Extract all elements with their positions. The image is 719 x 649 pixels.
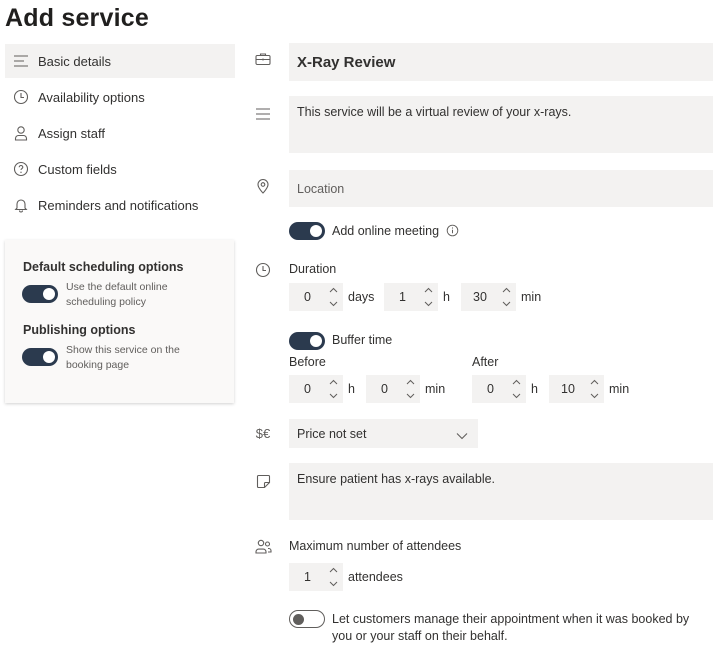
briefcase-icon bbox=[254, 50, 272, 68]
spinner-arrows[interactable] bbox=[326, 563, 340, 591]
spinner-arrows[interactable] bbox=[326, 283, 340, 311]
clock-icon bbox=[12, 88, 30, 106]
price-dropdown[interactable]: Price not set bbox=[289, 419, 478, 448]
buffer-before-label: Before bbox=[289, 355, 326, 369]
minutes-unit: min bbox=[609, 382, 630, 396]
spinner-value: 0 bbox=[487, 382, 494, 396]
location-pin-icon bbox=[254, 177, 272, 195]
spinner-value: 1 bbox=[399, 290, 406, 304]
spinner-arrows[interactable] bbox=[509, 375, 523, 403]
hours-unit: h bbox=[348, 382, 355, 396]
price-dropdown-value: Price not set bbox=[297, 426, 367, 441]
spinner-value: 1 bbox=[304, 570, 311, 584]
spinner-value: 0 bbox=[304, 290, 311, 304]
people-icon bbox=[254, 537, 272, 555]
default-scheduling-toggle[interactable] bbox=[22, 285, 58, 303]
spinner-value: 30 bbox=[473, 290, 487, 304]
spinner-value: 0 bbox=[304, 382, 311, 396]
nav-item-basic-details[interactable]: Basic details bbox=[5, 44, 235, 78]
attendees-label: Maximum number of attendees bbox=[289, 539, 462, 553]
spinner-arrows[interactable] bbox=[587, 375, 601, 403]
notes-textarea[interactable]: Ensure patient has x-rays available. bbox=[289, 463, 713, 520]
online-meeting-toggle[interactable] bbox=[289, 222, 325, 240]
spinner-arrows[interactable] bbox=[421, 283, 435, 311]
duration-days-spinner[interactable]: 0 bbox=[289, 283, 343, 311]
spinner-arrows[interactable] bbox=[499, 283, 513, 311]
minutes-unit: min bbox=[521, 290, 542, 304]
manage-appointment-toggle[interactable] bbox=[289, 610, 325, 628]
page-title: Add service bbox=[5, 4, 149, 32]
description-textarea[interactable]: This service will be a virtual review of… bbox=[289, 96, 713, 153]
nav-item-availability-options[interactable]: Availability options bbox=[5, 80, 235, 114]
hours-unit: h bbox=[531, 382, 538, 396]
description-icon bbox=[254, 105, 272, 123]
lines-icon bbox=[12, 52, 30, 70]
nav-item-assign-staff[interactable]: Assign staff bbox=[5, 116, 235, 150]
buffer-time-label: Buffer time bbox=[332, 333, 393, 347]
nav-label: Assign staff bbox=[38, 125, 105, 141]
attendees-unit: attendees bbox=[348, 570, 403, 584]
clock-icon bbox=[254, 261, 272, 279]
buffer-after-label: After bbox=[472, 355, 499, 369]
publishing-heading: Publishing options bbox=[23, 323, 136, 337]
publishing-description: Show this service on the booking page bbox=[66, 344, 180, 371]
location-input[interactable]: Location bbox=[289, 170, 713, 207]
buffer-after-minutes-spinner[interactable]: 10 bbox=[549, 375, 604, 403]
buffer-time-toggle[interactable] bbox=[289, 332, 325, 350]
online-meeting-label: Add online meeting bbox=[332, 224, 440, 238]
duration-label: Duration bbox=[289, 262, 337, 276]
info-icon[interactable] bbox=[446, 224, 459, 242]
currency-icon: $€ bbox=[255, 425, 271, 441]
bell-icon bbox=[12, 196, 30, 214]
spinner-arrows[interactable] bbox=[403, 375, 417, 403]
note-icon bbox=[254, 472, 272, 490]
buffer-after-hours-spinner[interactable]: 0 bbox=[472, 375, 526, 403]
nav-item-custom-fields[interactable]: Custom fields bbox=[5, 152, 235, 186]
question-icon bbox=[12, 160, 30, 178]
nav-label: Custom fields bbox=[38, 161, 117, 177]
nav-item-reminders[interactable]: Reminders and notifications bbox=[5, 188, 235, 222]
nav-label: Availability options bbox=[38, 89, 145, 105]
manage-appointment-label: Let customers manage their appointment w… bbox=[332, 612, 690, 643]
hours-unit: h bbox=[443, 290, 450, 304]
default-scheduling-description: Use the default online scheduling policy bbox=[66, 281, 168, 308]
duration-minutes-spinner[interactable]: 30 bbox=[461, 283, 516, 311]
spinner-arrows[interactable] bbox=[326, 375, 340, 403]
nav-label: Basic details bbox=[38, 53, 111, 69]
nav-label: Reminders and notifications bbox=[38, 197, 199, 213]
options-card: Default scheduling options Use the defau… bbox=[5, 240, 234, 403]
publishing-toggle[interactable] bbox=[22, 348, 58, 366]
chevron-down-icon bbox=[456, 429, 468, 443]
default-scheduling-heading: Default scheduling options bbox=[23, 260, 184, 274]
days-unit: days bbox=[348, 290, 375, 304]
attendees-spinner[interactable]: 1 bbox=[289, 563, 343, 591]
buffer-before-minutes-spinner[interactable]: 0 bbox=[366, 375, 420, 403]
buffer-before-hours-spinner[interactable]: 0 bbox=[289, 375, 343, 403]
minutes-unit: min bbox=[425, 382, 446, 396]
person-icon bbox=[12, 124, 30, 142]
duration-hours-spinner[interactable]: 1 bbox=[384, 283, 438, 311]
spinner-value: 0 bbox=[381, 382, 388, 396]
spinner-value: 10 bbox=[561, 382, 575, 396]
service-name-input[interactable]: X-Ray Review bbox=[289, 43, 713, 81]
